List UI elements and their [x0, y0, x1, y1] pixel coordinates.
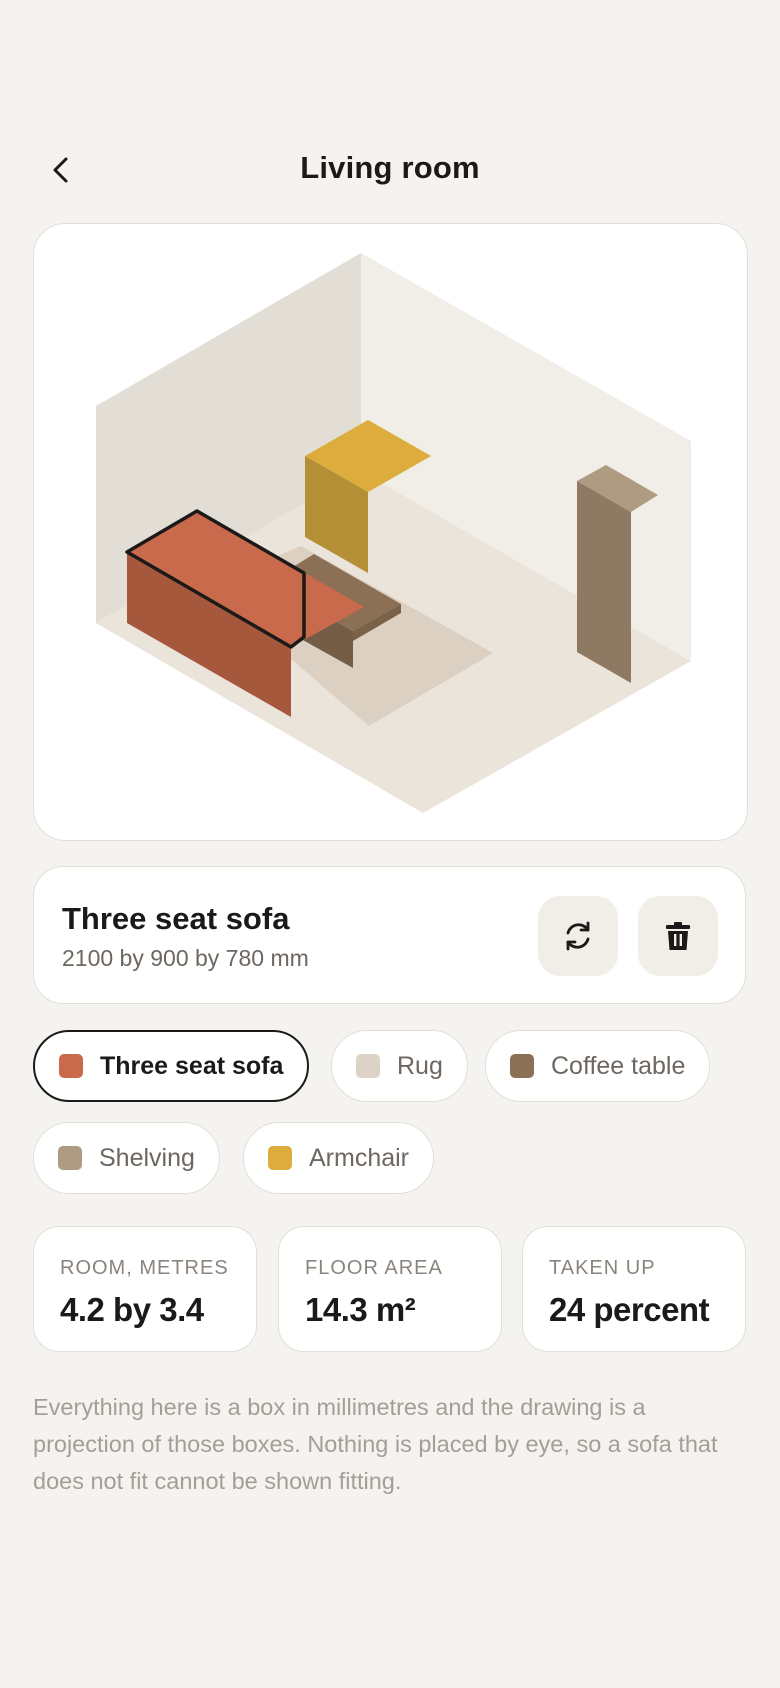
stat-value: 24 percent: [549, 1291, 710, 1328]
chip-label: Three seat sofa: [100, 1051, 284, 1080]
trash-icon: [666, 922, 690, 950]
swatch-icon: [510, 1054, 534, 1078]
chip-shelving[interactable]: Shelving: [33, 1122, 220, 1194]
stat-value: 14.3 m²: [305, 1291, 416, 1328]
chip-three-seat-sofa[interactable]: Three seat sofa: [33, 1030, 310, 1102]
swatch-icon: [59, 1054, 83, 1078]
explanation-text: Everything here is a box in millimetres …: [33, 1394, 718, 1494]
stat-label: Room, metres: [60, 1257, 229, 1279]
chip-label: Rug: [397, 1051, 443, 1080]
room-3d-view[interactable]: [33, 223, 748, 841]
swatch-icon: [356, 1054, 380, 1078]
rotate-icon: [566, 921, 590, 951]
chip-coffee-table[interactable]: Coffee table: [485, 1030, 711, 1102]
stat-floor-area: Floor area 14.3 m²: [278, 1226, 502, 1352]
selected-item-name: Three seat sofa: [62, 901, 290, 936]
chip-rug[interactable]: Rug: [331, 1030, 468, 1102]
chip-label: Armchair: [309, 1143, 410, 1172]
stat-room-dimensions: Room, metres 4.2 by 3.4: [33, 1226, 257, 1352]
room-stats: Room, metres 4.2 by 3.4 Floor area 14.3 …: [33, 1226, 746, 1352]
chip-label: Coffee table: [551, 1051, 686, 1080]
chip-armchair[interactable]: Armchair: [243, 1122, 435, 1194]
stat-value: 4.2 by 3.4: [60, 1291, 204, 1328]
stat-label: Floor area: [305, 1257, 443, 1279]
page-title: Living room: [300, 150, 480, 185]
room-projection: [96, 253, 691, 813]
selected-item-dimensions: 2100 by 900 by 780 mm: [62, 945, 309, 971]
delete-button[interactable]: [638, 896, 718, 976]
header-bar: Living room: [0, 140, 780, 200]
swatch-icon: [58, 1146, 82, 1170]
chip-label: Shelving: [99, 1143, 195, 1172]
rotate-button[interactable]: [538, 896, 618, 976]
swatch-icon: [268, 1146, 292, 1170]
selected-item-card: Three seat sofa 2100 by 900 by 780 mm: [33, 866, 746, 1004]
stat-taken-up: Taken up 24 percent: [522, 1226, 746, 1352]
stat-label: Taken up: [549, 1257, 656, 1279]
